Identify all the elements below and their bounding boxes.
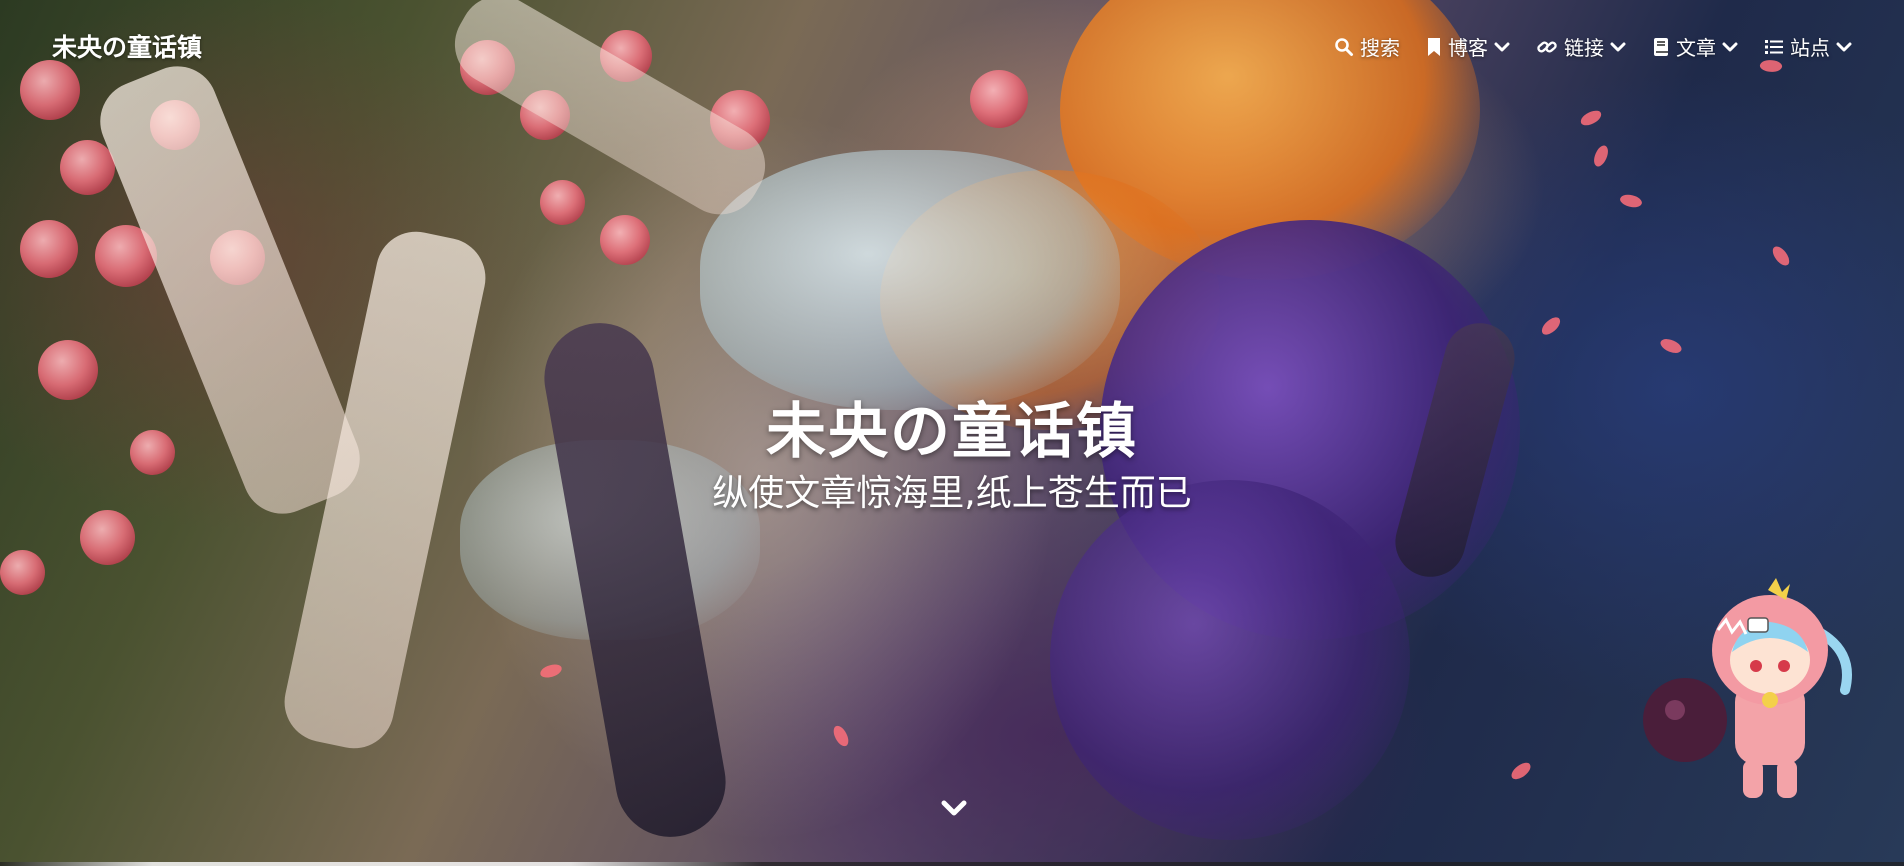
link-icon <box>1536 37 1558 57</box>
progress-line <box>0 862 1904 866</box>
menu-item-search[interactable]: 搜索 <box>1334 32 1400 61</box>
menu-item-site[interactable]: 站点 <box>1764 32 1852 61</box>
menu-item-links[interactable]: 链接 <box>1536 32 1626 61</box>
site-title-link[interactable]: 未央の童话镇 <box>52 28 202 64</box>
main-menu: 搜索 博客 链接 文章 站点 <box>1334 32 1852 61</box>
hero-banner: 未央の童话镇 搜索 博客 链接 文章 站点 未央の童话镇 纵使文章惊海里,纸上苍… <box>0 0 1904 866</box>
chevron-down-icon <box>1722 41 1738 53</box>
chevron-down-icon <box>1610 41 1626 53</box>
search-icon <box>1334 37 1354 57</box>
menu-item-label: 博客 <box>1448 36 1488 60</box>
book-icon <box>1652 37 1670 57</box>
menu-item-label: 站点 <box>1790 36 1830 60</box>
chevron-down-icon <box>938 800 970 828</box>
hero-subtitle: 纵使文章惊海里,纸上苍生而已 <box>712 473 1192 514</box>
mascot-character[interactable] <box>1640 560 1860 810</box>
chevron-down-icon <box>1494 41 1510 53</box>
navbar: 未央の童话镇 搜索 博客 链接 文章 站点 <box>0 0 1904 90</box>
bookmark-icon <box>1426 37 1442 57</box>
menu-item-blog[interactable]: 博客 <box>1426 32 1510 61</box>
list-icon <box>1764 38 1784 56</box>
hero-title: 未央の童话镇 <box>766 397 1138 467</box>
menu-item-articles[interactable]: 文章 <box>1652 32 1738 61</box>
menu-item-label: 搜索 <box>1360 36 1400 60</box>
menu-item-label: 链接 <box>1564 36 1604 60</box>
chevron-down-icon <box>1836 41 1852 53</box>
menu-item-label: 文章 <box>1676 36 1716 60</box>
scroll-down-button[interactable] <box>938 792 970 824</box>
